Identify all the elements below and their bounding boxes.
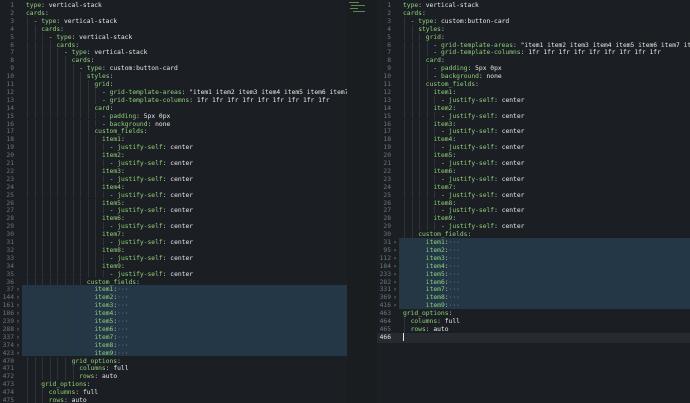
yaml-value: center	[170, 254, 194, 262]
yaml-value: center	[170, 160, 194, 167]
yaml-value: center	[170, 270, 194, 278]
yaml-separator: :	[494, 223, 502, 231]
text-caret	[403, 332, 404, 341]
yaml-value: center	[501, 175, 525, 183]
yaml-separator: :	[494, 175, 502, 183]
editor-pane-left[interactable]: 1 type: vertical-stack 2 cards: 3- type: ver…	[0, 0, 347, 403]
yaml-separator: :	[143, 128, 148, 136]
yaml-separator: :	[494, 191, 502, 199]
yaml-value: center	[501, 112, 525, 120]
yaml-separator: :	[63, 397, 72, 403]
yaml-value: vertical-stack	[79, 33, 133, 41]
yaml-value: none	[486, 73, 502, 81]
yaml-separator: :	[494, 112, 502, 120]
yaml-value: center	[170, 223, 194, 231]
pane-divider	[347, 0, 377, 403]
yaml-key: grid-template-columns	[109, 96, 190, 104]
yaml-separator: :	[475, 81, 479, 88]
yaml-value: center	[501, 160, 525, 167]
yaml-separator: :	[494, 207, 502, 215]
yaml-key: grid-template-columns	[440, 49, 521, 57]
yaml-diff-editor: 1 type: vertical-stack 2 cards: 3- type: ver…	[0, 0, 690, 403]
yaml-value: center	[501, 128, 525, 136]
yaml-separator: :	[494, 144, 502, 152]
yaml-value: center	[501, 191, 525, 199]
yaml-value: 1fr 1fr 1fr 1fr 1fr 1fr 1fr 1fr 1fr	[196, 96, 330, 104]
yaml-value: auto	[101, 373, 118, 381]
yaml-value: vertical-stack	[63, 17, 118, 25]
yaml-value: custom:button-card	[109, 65, 178, 73]
yaml-value: vertical-stack	[94, 49, 148, 57]
line-number: 466	[379, 333, 391, 341]
yaml-value: center	[170, 191, 194, 199]
yaml-value: center	[170, 239, 194, 246]
minimap-indicator	[349, 2, 367, 14]
editor-pane-right[interactable]: 1 type: vertical-stack 2 cards: 3- type: cus…	[377, 0, 690, 403]
yaml-separator: :	[494, 160, 502, 167]
yaml-value: auto	[71, 397, 87, 403]
yaml-value: custom:button-card	[440, 17, 510, 25]
yaml-key: rows	[48, 397, 64, 403]
yaml-separator: :	[94, 373, 102, 381]
yaml-value: vertical-stack	[48, 2, 102, 9]
yaml-value: center	[501, 144, 525, 152]
current-line-highlight	[377, 332, 690, 343]
line-number: 475	[2, 397, 14, 403]
yaml-value: center	[170, 144, 194, 152]
yaml-separator: :	[467, 231, 472, 239]
code-line[interactable]: 466	[377, 332, 404, 343]
yaml-separator: :	[136, 278, 140, 286]
yaml-separator: :	[189, 96, 197, 104]
yaml-value: none	[155, 120, 171, 128]
yaml-value: center	[170, 207, 194, 215]
yaml-value: center	[501, 207, 525, 215]
yaml-separator: :	[494, 96, 502, 104]
yaml-separator: :	[478, 73, 487, 81]
yaml-value: 1fr 1fr 1fr 1fr 1fr 1fr 1fr 1fr 1fr	[528, 49, 661, 57]
yaml-separator: :	[494, 128, 502, 136]
yaml-value: vertical-stack	[425, 2, 479, 9]
code-line[interactable]: 475 rows: auto	[0, 396, 87, 403]
yaml-value: center	[501, 96, 525, 104]
yaml-value: center	[170, 175, 194, 183]
yaml-separator: :	[147, 120, 156, 128]
yaml-value: center	[501, 223, 525, 231]
